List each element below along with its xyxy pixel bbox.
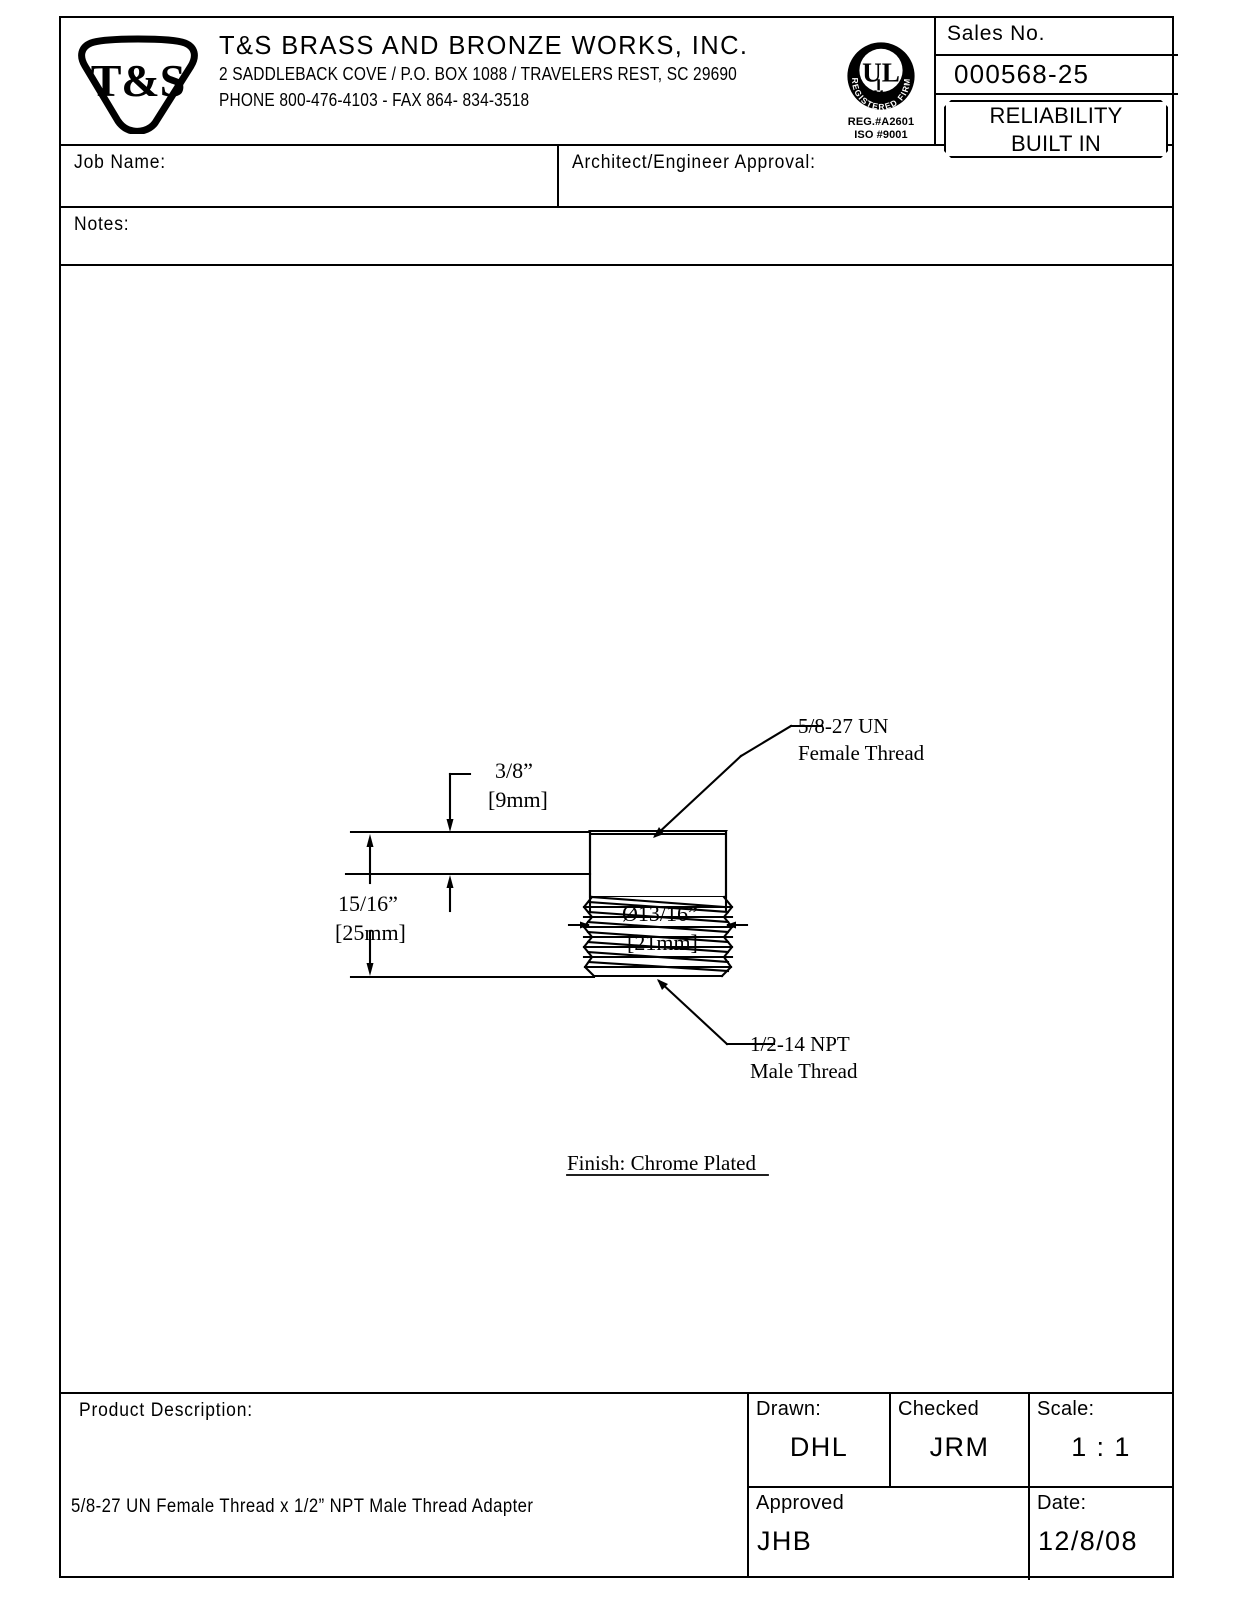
scale-label: Scale: [1037, 1398, 1095, 1420]
sales-number-row: 000568-25 [936, 56, 1178, 95]
architect-approval-field[interactable]: Architect/Engineer Approval: [559, 146, 1172, 206]
architect-approval-label: Architect/Engineer Approval: [572, 152, 816, 173]
adapter-drawing: Ø13/16” [21mm] 3/8” [9mm] 15/16” [25mm] [335, 714, 925, 1176]
date-value: 12/8/08 [1038, 1526, 1138, 1556]
notes-field[interactable]: Notes: [61, 208, 1172, 266]
finish-note: Finish: Chrome Plated [567, 1151, 757, 1175]
checked-by-cell: Checked JRM [891, 1394, 1030, 1488]
female-thread-callout-line1: 5/8-27 UN [798, 714, 888, 738]
product-description-value: 5/8-27 UN Female Thread x 1/2” NPT Male … [71, 1496, 534, 1517]
checked-value: JRM [929, 1432, 990, 1462]
company-address: 2 SADDLEBACK COVE / P.O. BOX 1088 / TRAV… [219, 64, 737, 85]
sales-no-value: 000568-25 [954, 59, 1090, 89]
checked-label: Checked [898, 1398, 980, 1420]
company-name: T&S BRASS AND BRONZE WORKS, INC. [219, 32, 749, 60]
ul-registration-number: REG.#A2601 [847, 116, 915, 128]
drawn-label: Drawn: [756, 1398, 822, 1420]
length-dim-line2: [25mm] [335, 920, 406, 945]
job-name-field[interactable]: Job Name: [61, 146, 559, 206]
hex-dim-line1: 3/8” [495, 758, 533, 783]
notes-label: Notes: [74, 214, 130, 235]
company-logo: T&S [73, 34, 203, 135]
diameter-dim-line2: [21mm] [627, 930, 698, 955]
company-info: T&S BRASS AND BRONZE WORKS, INC. 2 SADDL… [219, 32, 839, 114]
length-dim-line1: 15/16” [338, 891, 398, 916]
diameter-dim-line1: Ø13/16” [622, 901, 698, 926]
date-label: Date: [1037, 1492, 1087, 1514]
ul-logo: UL REGISTERED FIRM REG.#A2601 ISO #9001 [822, 36, 940, 141]
header-band: T&S T&S BRASS AND BRONZE WORKS, INC. 2 S… [61, 16, 1178, 146]
company-phone: PHONE 800-476-4103 - FAX 864- 834-3518 [219, 90, 530, 111]
spec-sheet: T&S T&S BRASS AND BRONZE WORKS, INC. 2 S… [59, 16, 1178, 1580]
hex-dim-line2: [9mm] [488, 787, 548, 812]
sales-number-box: Sales No. 000568-25 RELIABILITY BUILT IN [934, 16, 1178, 144]
logo-text: T&S [91, 55, 186, 106]
drawn-by-cell: Drawn: DHL [749, 1394, 891, 1488]
date-cell: Date: 12/8/08 [1030, 1488, 1172, 1580]
sales-no-label: Sales No. [947, 22, 1046, 45]
svg-text:UL: UL [862, 58, 900, 88]
male-thread-callout-line1: 1/2-14 NPT [750, 1032, 850, 1056]
scale-value: 1 : 1 [1071, 1432, 1131, 1462]
scale-cell: Scale: 1 : 1 [1030, 1394, 1172, 1488]
sales-label-row: Sales No. [936, 16, 1178, 56]
job-info-row: Job Name: Architect/Engineer Approval: [61, 146, 1172, 208]
approved-value: JHB [757, 1526, 813, 1556]
drawn-value: DHL [789, 1432, 849, 1462]
approved-by-cell: Approved JHB [749, 1488, 1030, 1580]
male-thread-callout-line2: Male Thread [750, 1059, 858, 1083]
reliability-line-1: RELIABILITY [989, 103, 1123, 128]
ul-iso-number: ISO #9001 [854, 128, 908, 141]
approved-label: Approved [756, 1492, 845, 1514]
product-description-cell: Product Description: 5/8-27 UN Female Th… [61, 1394, 749, 1578]
female-thread-callout-line2: Female Thread [798, 741, 925, 765]
technical-drawing-area: Ø13/16” [21mm] 3/8” [9mm] 15/16” [25mm] [61, 266, 1172, 1392]
title-block: Product Description: 5/8-27 UN Female Th… [61, 1392, 1172, 1580]
product-description-label: Product Description: [79, 1400, 253, 1421]
job-name-label: Job Name: [74, 152, 166, 173]
